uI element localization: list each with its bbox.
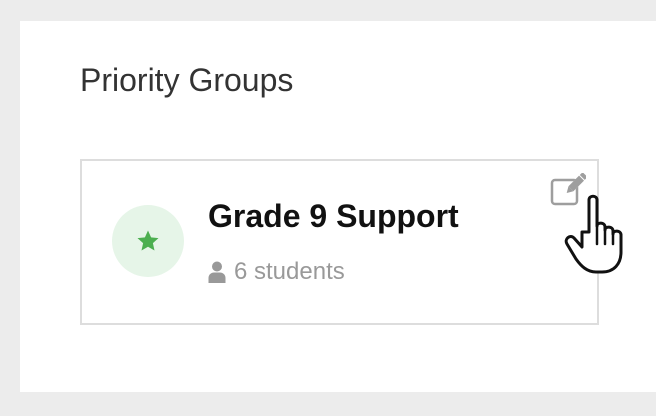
group-card[interactable]: Grade 9 Support 6 students xyxy=(80,159,599,325)
section-title: Priority Groups xyxy=(80,62,294,98)
group-avatar xyxy=(112,205,184,277)
student-count: 6 students xyxy=(234,258,345,285)
edit-group-button[interactable] xyxy=(550,172,588,207)
edit-icon xyxy=(550,172,588,206)
star-icon xyxy=(137,230,159,251)
priority-groups-panel: Priority Groups Grade 9 Support 6 studen… xyxy=(20,21,656,392)
group-meta: 6 students xyxy=(208,257,345,287)
user-icon xyxy=(208,261,226,283)
group-name: Grade 9 Support xyxy=(208,198,459,234)
